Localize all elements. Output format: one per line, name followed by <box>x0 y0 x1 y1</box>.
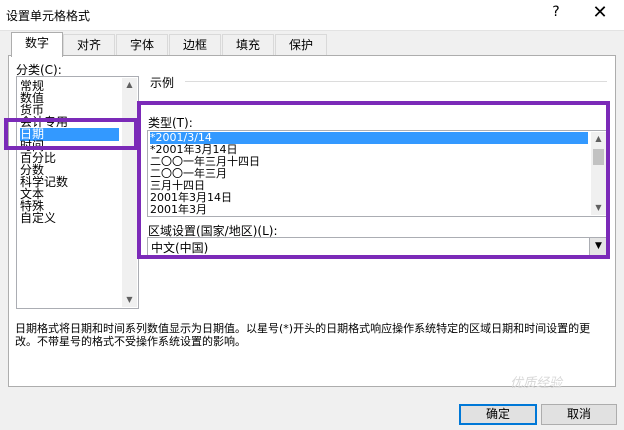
tab-protection[interactable]: 保护 <box>275 34 327 55</box>
sample-label: 示例 <box>150 76 175 90</box>
scroll-up-icon[interactable]: ▲ <box>122 78 137 92</box>
category-item-custom[interactable]: 自定义 <box>20 212 119 225</box>
cancel-button[interactable]: 取消 <box>541 404 617 425</box>
scroll-down-icon[interactable]: ▼ <box>122 293 137 307</box>
type-highlight-box <box>137 101 610 259</box>
watermark: 优质经验 <box>510 376 563 391</box>
ok-button[interactable]: 确定 <box>459 404 537 425</box>
sample-divider <box>185 81 607 82</box>
tab-number[interactable]: 数字 <box>11 32 63 57</box>
format-description: 日期格式将日期和时间系列数值显示为日期值。以星号(*)开头的日期格式响应操作系统… <box>15 322 591 348</box>
date-highlight-box <box>4 118 138 150</box>
tab-font[interactable]: 字体 <box>116 34 168 55</box>
close-button[interactable]: ✕ <box>590 2 610 24</box>
title-bar <box>0 0 624 31</box>
help-button[interactable]: ? <box>548 4 564 20</box>
tab-border[interactable]: 边框 <box>169 34 221 55</box>
tab-alignment[interactable]: 对齐 <box>63 34 115 55</box>
tab-fill[interactable]: 填充 <box>222 34 274 55</box>
window-title: 设置单元格格式 <box>6 9 91 23</box>
category-list[interactable]: 常规 数值 货币 会计专用 日期 时间 百分比 分数 科学记数 文本 特殊 自定… <box>16 76 139 309</box>
category-scrollbar[interactable]: ▲ ▼ <box>122 78 137 307</box>
